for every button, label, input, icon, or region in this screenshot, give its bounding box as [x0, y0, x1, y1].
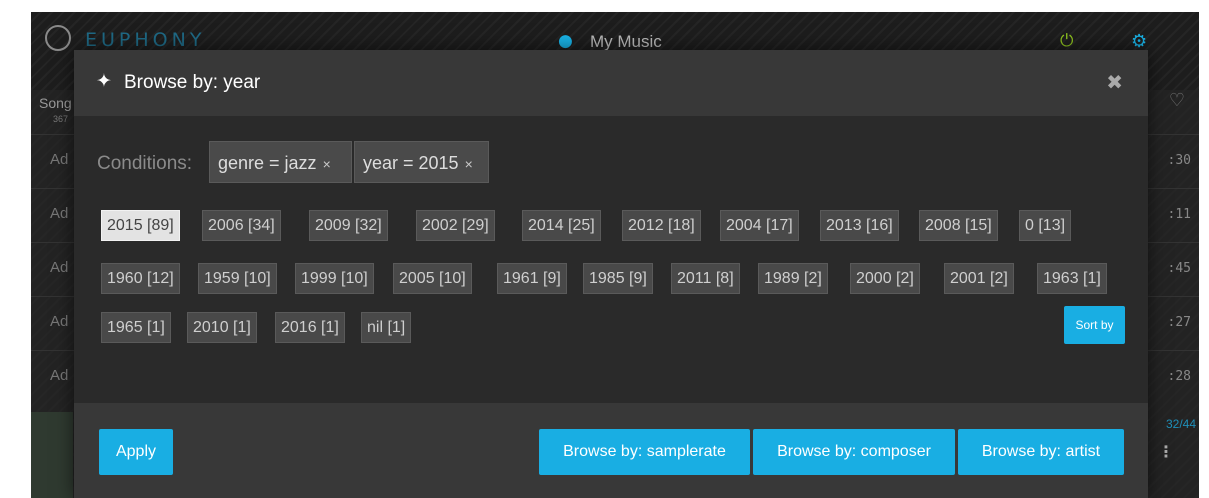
more-menu-icon[interactable]: ⋮ — [1158, 442, 1174, 461]
browse-artist-button[interactable]: Browse by: artist — [958, 429, 1124, 475]
year-button[interactable]: 1985 [9] — [583, 263, 653, 294]
browse-samplerate-button[interactable]: Browse by: samplerate — [539, 429, 750, 475]
close-icon[interactable]: ✖ — [1106, 70, 1123, 94]
songs-tab-label: Song — [39, 95, 72, 111]
modal-footer: Apply Browse by: samplerate Browse by: c… — [74, 403, 1148, 498]
year-button[interactable]: 2009 [32] — [309, 210, 388, 241]
modal-header: ✦ Browse by: year ✖ — [74, 50, 1148, 116]
browse-composer-button[interactable]: Browse by: composer — [753, 429, 955, 475]
year-button[interactable]: 2012 [18] — [622, 210, 701, 241]
song-title: Ad — [50, 205, 69, 222]
year-button[interactable]: 2002 [29] — [416, 210, 495, 241]
queue-count: 32/44 — [1165, 417, 1196, 431]
song-title: Ad — [50, 151, 69, 168]
power-icon[interactable]: ⏻ — [1060, 31, 1073, 51]
year-button[interactable]: 2005 [10] — [393, 263, 472, 294]
sort-by-button[interactable]: Sort by — [1064, 306, 1125, 344]
year-button[interactable]: 1989 [2] — [758, 263, 828, 294]
song-title: Ad — [50, 367, 69, 384]
song-duration: :27 — [1167, 315, 1191, 330]
year-button[interactable]: 2006 [34] — [202, 210, 281, 241]
condition-text: year = 2015 — [363, 153, 459, 173]
year-button[interactable]: nil [1] — [361, 312, 412, 343]
location-label: My Music — [590, 32, 662, 51]
year-button[interactable]: 1961 [9] — [497, 263, 567, 294]
modal-title: Browse by: year — [124, 72, 261, 93]
condition-text: genre = jazz — [218, 153, 317, 173]
songs-count: 367 — [53, 114, 69, 124]
song-title: Ad — [50, 313, 69, 330]
year-button[interactable]: 2015 [89] — [101, 210, 180, 241]
year-button[interactable]: 2001 [2] — [944, 263, 1014, 294]
year-button[interactable]: 2013 [16] — [820, 210, 899, 241]
year-button[interactable]: 2004 [17] — [720, 210, 799, 241]
remove-condition-icon[interactable]: × — [323, 156, 331, 172]
year-button[interactable]: 2014 [25] — [522, 210, 601, 241]
browse-modal: ✦ Browse by: year ✖ Conditions: genre = … — [74, 50, 1148, 498]
remove-condition-icon[interactable]: × — [465, 156, 473, 172]
apply-button[interactable]: Apply — [99, 429, 173, 475]
magic-wand-icon: ✦ — [96, 70, 112, 92]
song-duration: :30 — [1167, 153, 1191, 168]
year-button[interactable]: 1959 [10] — [198, 263, 277, 294]
gear-icon[interactable]: ⚙ — [1131, 31, 1147, 52]
song-duration: :11 — [1167, 207, 1191, 222]
year-button[interactable]: 1965 [1] — [101, 312, 171, 343]
song-duration: :28 — [1167, 369, 1191, 384]
condition-chip-year[interactable]: year = 2015 × — [354, 141, 489, 183]
album-art — [31, 412, 73, 498]
year-button[interactable]: 2016 [1] — [275, 312, 345, 343]
euphony-logo-icon — [45, 25, 71, 51]
song-duration: :45 — [1167, 261, 1191, 276]
tag-icon: ♡ — [1168, 90, 1185, 111]
location-pin-icon: ● — [558, 31, 573, 51]
conditions-label: Conditions: — [97, 153, 193, 174]
year-button[interactable]: 2011 [8] — [671, 263, 740, 294]
condition-chip-genre[interactable]: genre = jazz × — [209, 141, 352, 183]
year-button[interactable]: 1999 [10] — [295, 263, 374, 294]
year-button[interactable]: 1963 [1] — [1037, 263, 1107, 294]
year-button[interactable]: 2008 [15] — [919, 210, 998, 241]
year-button[interactable]: 2000 [2] — [850, 263, 920, 294]
brand-name: EUPHONY — [85, 29, 206, 51]
year-button[interactable]: 0 [13] — [1019, 210, 1072, 241]
year-button[interactable]: 1960 [12] — [101, 263, 180, 294]
year-button[interactable]: 2010 [1] — [187, 312, 257, 343]
song-title: Ad — [50, 259, 69, 276]
